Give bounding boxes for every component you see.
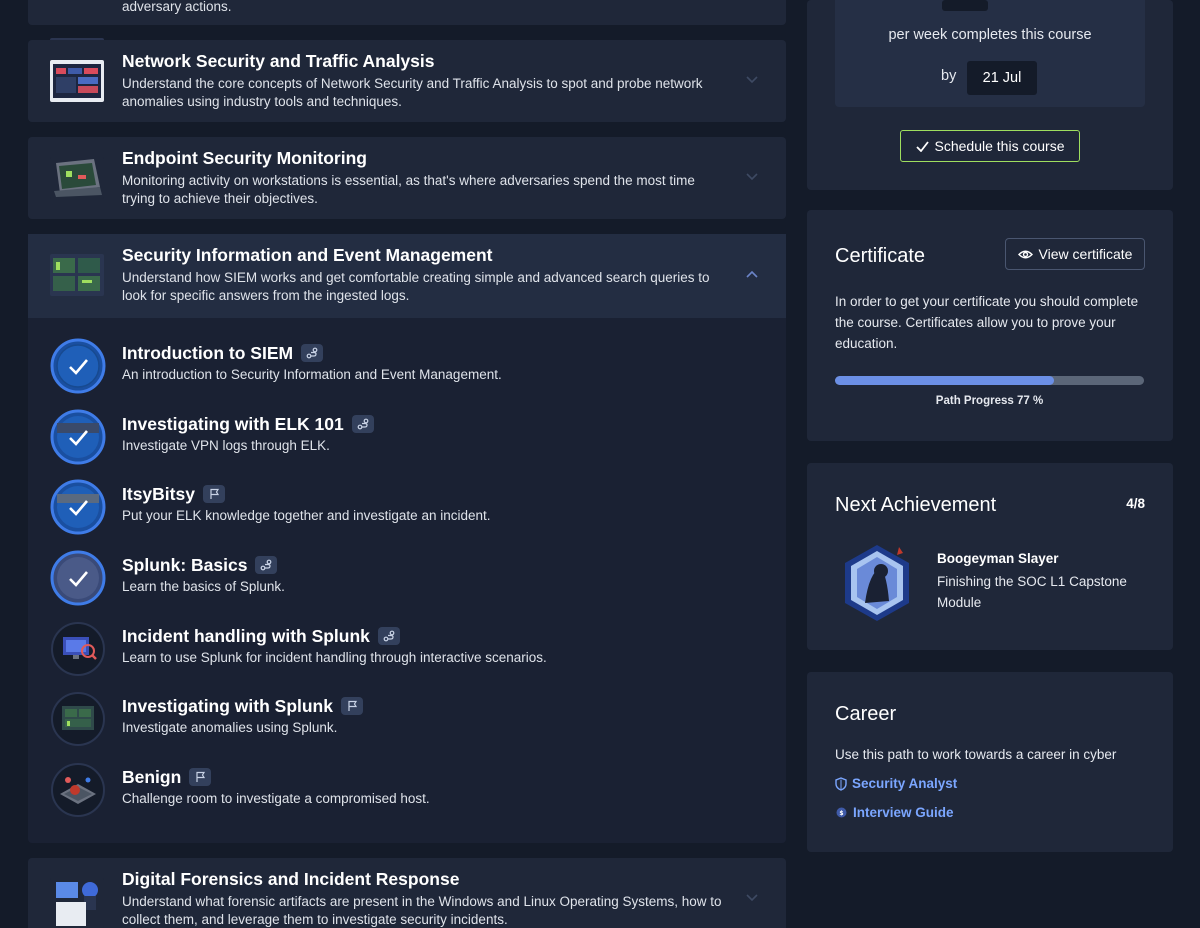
room-title: Splunk: Basics: [122, 555, 248, 576]
flag-icon: [189, 768, 212, 787]
room-description: Put your ELK knowledge together and inve…: [122, 508, 491, 524]
chevron-up-icon[interactable]: [746, 270, 758, 282]
walkthrough-icon: [301, 344, 324, 362]
module-description: Understand the core concepts of Network …: [122, 76, 703, 109]
career-title: Career: [835, 703, 897, 725]
room-completed-icon: [50, 338, 106, 394]
room-completed-icon: [50, 550, 106, 606]
achievement-description: Finishing the SOC L1 Capstone Module: [937, 574, 1127, 610]
module-card[interactable]: adversary actions.: [28, 0, 786, 62]
svg-text:$: $: [839, 810, 843, 817]
flag-icon: [202, 485, 225, 504]
module-title: Endpoint Security Monitoring: [122, 148, 367, 168]
flag-icon: [340, 697, 363, 716]
module-card-expanded: Security Information and Event Managemen…: [28, 234, 786, 843]
career-text: Use this path to work towards a career i…: [835, 747, 1117, 762]
module-description: adversary actions.: [122, 0, 232, 14]
room-item[interactable]: Incident handling with Splunk Learn to u…: [28, 611, 786, 682]
module-card[interactable]: Endpoint Security Monitoring Monitoring …: [28, 137, 786, 219]
room-item[interactable]: Splunk: Basics Learn the basics of Splun…: [28, 540, 786, 611]
room-title: Investigating with Splunk: [122, 696, 333, 717]
view-certificate-label: View certificate: [1038, 246, 1133, 262]
room-list: Introduction to SIEM An introduction to …: [28, 318, 786, 829]
chat-icon: $: [836, 807, 847, 817]
room-icon: [50, 621, 106, 677]
room-icon: [50, 691, 106, 747]
per-week-text: per week completes this course: [888, 27, 1092, 43]
room-item[interactable]: Investigating with Splunk Investigate an…: [28, 681, 786, 752]
path-progress-fill: [835, 376, 1055, 385]
room-item[interactable]: Investigating with ELK 101 Investigate V…: [28, 399, 786, 470]
by-row: by 21 Jul: [835, 61, 1145, 95]
room-item[interactable]: ItsyBitsy Put your ELK knowledge togethe…: [28, 469, 786, 540]
module-title: Digital Forensics and Incident Response: [122, 869, 460, 889]
room-description: Investigate VPN logs through ELK.: [122, 437, 330, 453]
module-title: Security Information and Event Managemen…: [122, 245, 493, 265]
module-description: Monitoring activity on workstations is e…: [122, 173, 695, 206]
interview-guide-link[interactable]: $ Interview Guide: [835, 805, 954, 820]
module-card[interactable]: Digital Forensics and Incident Response …: [28, 858, 786, 928]
achievement-count: 4/8: [1126, 496, 1145, 511]
module-thumbnail: [50, 157, 104, 199]
module-header[interactable]: Security Information and Event Managemen…: [28, 234, 786, 318]
date-input[interactable]: 21 Jul: [967, 61, 1037, 95]
certificate-panel: Certificate View certificate In order to…: [807, 210, 1173, 441]
room-item[interactable]: Benign Challenge room to investigate a c…: [28, 752, 786, 823]
career-panel: Career Use this path to work towards a c…: [807, 672, 1173, 852]
room-title: Benign: [122, 767, 182, 788]
shield-icon: [835, 776, 847, 791]
certificate-text: In order to get your certificate you sho…: [835, 294, 1139, 351]
security-analyst-link[interactable]: Security Analyst: [835, 776, 957, 791]
module-description: Understand what forensic artifacts are p…: [122, 894, 722, 927]
schedule-panel: per week completes this course by 21 Jul…: [807, 0, 1173, 190]
room-title: ItsyBitsy: [122, 484, 195, 505]
room-title: Introduction to SIEM: [122, 343, 294, 363]
module-thumbnail: [50, 878, 104, 928]
room-icon: [50, 762, 106, 818]
certificate-title: Certificate: [835, 245, 926, 267]
module-thumbnail: [50, 60, 104, 102]
achievement-name: Boogeyman Slayer: [937, 551, 1059, 566]
security-analyst-label: Security Analyst: [852, 776, 958, 791]
module-description: Understand how SIEM works and get comfor…: [122, 270, 710, 303]
achievement-title: Next Achievement: [835, 494, 997, 516]
room-completed-icon: [50, 479, 106, 535]
room-description: Challenge room to investigate a compromi…: [122, 791, 430, 807]
module-title: Network Security and Traffic Analysis: [122, 51, 435, 71]
schedule-course-button[interactable]: Schedule this course: [900, 130, 1080, 162]
room-item[interactable]: Introduction to SIEM An introduction to …: [28, 328, 786, 399]
achievement-badge-icon: [837, 543, 917, 623]
chevron-down-icon[interactable]: [746, 894, 758, 906]
room-title: Investigating with ELK 101: [122, 413, 344, 434]
room-description: Learn the basics of Splunk.: [122, 579, 285, 595]
room-title: Incident handling with Splunk: [122, 625, 370, 646]
achievement-panel: Next Achievement 4/8 Boogeyman Slayer Fi…: [807, 463, 1173, 650]
room-description: An introduction to Security Information …: [122, 367, 502, 382]
module-thumbnail: [50, 254, 104, 296]
module-card[interactable]: Network Security and Traffic Analysis Un…: [28, 40, 786, 122]
room-description: Learn to use Splunk for incident handlin…: [122, 649, 547, 665]
interview-guide-label: Interview Guide: [853, 805, 954, 820]
chevron-down-icon[interactable]: [746, 173, 758, 185]
room-completed-icon: [50, 409, 106, 465]
by-label: by: [941, 68, 957, 84]
view-certificate-button[interactable]: View certificate: [1005, 238, 1145, 270]
walkthrough-icon: [255, 556, 278, 575]
hours-input[interactable]: [942, 0, 988, 11]
path-progress-label: Path Progress 77 %: [935, 395, 1044, 407]
schedule-box: per week completes this course by 21 Jul: [835, 0, 1145, 107]
walkthrough-icon: [377, 626, 400, 645]
path-progress-bar: [835, 376, 1144, 385]
eye-icon: [1017, 250, 1033, 258]
schedule-course-label: Schedule this course: [934, 138, 1065, 154]
page: adversary actions. Network Security and …: [0, 0, 1200, 928]
chevron-down-icon[interactable]: [746, 76, 758, 88]
room-description: Investigate anomalies using Splunk.: [122, 720, 338, 736]
check-icon: [915, 140, 929, 152]
walkthrough-icon: [351, 414, 374, 433]
